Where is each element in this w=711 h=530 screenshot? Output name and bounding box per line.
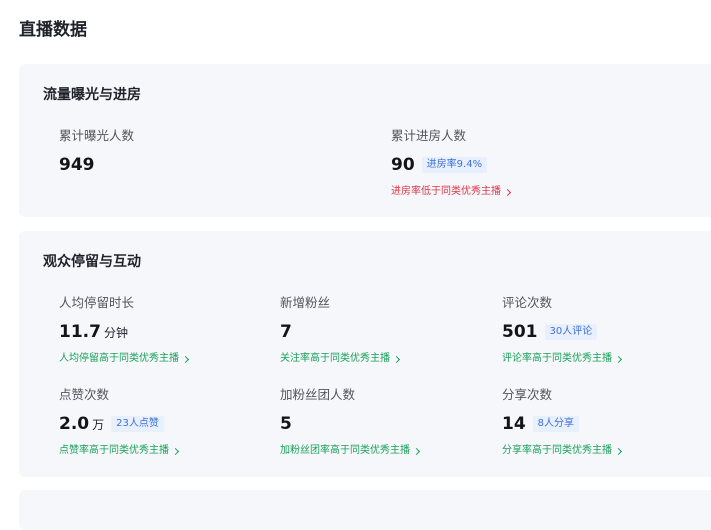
shares-hint-link[interactable]: 分享率高于同类优秀主播: [502, 444, 623, 458]
exposure-value: 949: [59, 155, 95, 175]
likes-hint-text: 点赞率高于同类优秀主播: [59, 445, 169, 456]
chevron-right-icon: [614, 355, 623, 364]
avg-stay-hint-text: 人均停留高于同类优秀主播: [59, 353, 179, 364]
comments-hint-text: 评论率高于同类优秀主播: [502, 353, 612, 364]
exposure-label: 累计曝光人数: [59, 128, 135, 143]
engagement-card-title: 观众停留与互动: [43, 254, 141, 270]
fan-club-metric: 加粉丝团人数 5 加粉丝团率高于同类优秀主播: [280, 387, 421, 458]
traffic-card-title: 流量曝光与进房: [43, 87, 141, 103]
comments-hint-link[interactable]: 评论率高于同类优秀主播: [502, 352, 623, 366]
traffic-card: 流量曝光与进房 累计曝光人数 949 累计进房人数 90 进房率9.4% 进房率…: [19, 64, 711, 217]
entry-rate-badge: 进房率9.4%: [421, 157, 488, 173]
comments-value: 501: [502, 322, 538, 342]
new-fans-hint-link[interactable]: 关注率高于同类优秀主播: [280, 352, 401, 366]
shares-hint-text: 分享率高于同类优秀主播: [502, 445, 612, 456]
chevron-right-icon: [181, 355, 190, 364]
fan-club-hint-link[interactable]: 加粉丝团率高于同类优秀主播: [280, 444, 421, 458]
comments-label: 评论次数: [502, 295, 553, 310]
shares-badge: 8人分享: [532, 416, 580, 432]
comments-badge: 30人评论: [544, 324, 598, 340]
chevron-right-icon: [503, 188, 512, 197]
avg-stay-hint-link[interactable]: 人均停留高于同类优秀主播: [59, 352, 190, 366]
fan-club-hint-text: 加粉丝团率高于同类优秀主播: [280, 445, 410, 456]
new-fans-metric: 新增粉丝 7 关注率高于同类优秀主播: [280, 295, 401, 366]
entry-metric: 累计进房人数 90 进房率9.4% 进房率低于同类优秀主播: [391, 128, 512, 199]
entry-value: 90: [391, 155, 415, 175]
shares-metric: 分享次数 14 8人分享 分享率高于同类优秀主播: [502, 387, 623, 458]
avg-stay-metric: 人均停留时长 11.7 分钟 人均停留高于同类优秀主播: [59, 295, 190, 366]
likes-metric: 点赞次数 2.0 万 23人点赞 点赞率高于同类优秀主播: [59, 387, 180, 458]
chevron-right-icon: [392, 355, 401, 364]
likes-unit: 万: [92, 418, 105, 432]
engagement-card: 观众停留与互动 人均停留时长 11.7 分钟 人均停留高于同类优秀主播 新增粉丝…: [19, 231, 711, 477]
comments-metric: 评论次数 501 30人评论 评论率高于同类优秀主播: [502, 295, 623, 366]
exposure-metric: 累计曝光人数 949: [59, 128, 134, 176]
avg-stay-value: 11.7: [59, 322, 101, 342]
chevron-right-icon: [171, 447, 180, 456]
chevron-right-icon: [412, 447, 421, 456]
new-fans-value: 7: [280, 322, 292, 342]
likes-badge: 23人点赞: [111, 416, 164, 432]
fan-club-label: 加粉丝团人数: [280, 387, 356, 402]
shares-label: 分享次数: [502, 387, 553, 402]
likes-value: 2.0: [59, 414, 90, 434]
fan-club-value: 5: [280, 414, 292, 434]
avg-stay-unit: 分钟: [103, 326, 128, 340]
entry-label: 累计进房人数: [391, 128, 467, 143]
next-section-card: [19, 490, 711, 530]
avg-stay-label: 人均停留时长: [59, 295, 135, 310]
new-fans-label: 新增粉丝: [280, 295, 331, 310]
entry-hint-text: 进房率低于同类优秀主播: [391, 186, 501, 197]
likes-label: 点赞次数: [59, 387, 110, 402]
likes-hint-link[interactable]: 点赞率高于同类优秀主播: [59, 444, 180, 458]
page-title: 直播数据: [19, 20, 87, 40]
new-fans-hint-text: 关注率高于同类优秀主播: [280, 353, 390, 364]
entry-hint-link[interactable]: 进房率低于同类优秀主播: [391, 185, 512, 199]
chevron-right-icon: [614, 447, 623, 456]
shares-value: 14: [502, 414, 526, 434]
